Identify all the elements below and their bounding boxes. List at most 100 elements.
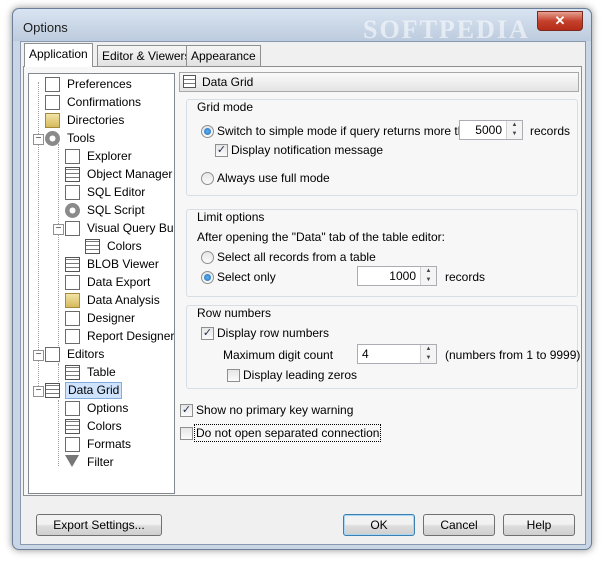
- tree-item-label: Object Manager: [87, 167, 173, 181]
- tree-item-label: Visual Query Build: [87, 221, 174, 235]
- explorer-icon: [65, 149, 80, 164]
- collapse-tools-icon[interactable]: −: [33, 134, 44, 145]
- no-separate-connection-checkbox[interactable]: [180, 427, 193, 440]
- full-mode-label: Always use full mode: [217, 171, 330, 185]
- tree-item-label: Filter: [87, 455, 114, 469]
- ok-button[interactable]: OK: [343, 514, 415, 536]
- limit-options-caption: Limit options: [197, 210, 265, 224]
- formats-icon: [65, 437, 80, 452]
- tree-line: [38, 82, 39, 394]
- tree-item-label: Directories: [67, 113, 125, 127]
- filter-icon: [65, 455, 79, 467]
- export-settings-button[interactable]: Export Settings...: [36, 514, 162, 536]
- records-unit-label: records: [530, 124, 571, 138]
- no-pk-warning-label: Show no primary key warning: [196, 403, 354, 417]
- table-icon: [65, 365, 80, 380]
- options-icon: [65, 401, 80, 416]
- tree-item-label: Colors: [87, 419, 122, 433]
- notification-label: Display notification message: [231, 143, 384, 157]
- collapse-data-grid-icon[interactable]: −: [33, 386, 44, 397]
- spin-buttons[interactable]: ▲ ▼: [420, 345, 436, 363]
- export-settings-label: Export Settings...: [53, 518, 145, 532]
- select-all-label: Select all records from a table: [217, 250, 376, 264]
- switch-simple-mode-radio[interactable]: [201, 125, 214, 138]
- spin-down-icon[interactable]: ▼: [421, 276, 436, 285]
- full-mode-radio[interactable]: [201, 172, 214, 185]
- tree-item-label: Tools: [67, 131, 96, 145]
- panel-header: Data Grid: [179, 72, 579, 92]
- designer-icon: [65, 311, 80, 326]
- tree-item-label: BLOB Viewer: [87, 257, 159, 271]
- collapse-vqb-icon[interactable]: −: [53, 224, 64, 235]
- max-digit-hint: (numbers from 1 to 9999): [445, 348, 581, 362]
- close-icon: ✕: [554, 13, 566, 28]
- spin-down-icon[interactable]: ▼: [421, 354, 436, 363]
- row-numbers-caption: Row numbers: [197, 306, 272, 320]
- title-bar[interactable]: Options SOFTPEDIA ✕: [13, 9, 591, 44]
- editors-icon: [45, 347, 60, 362]
- cancel-button[interactable]: Cancel: [423, 514, 495, 536]
- spin-buttons[interactable]: ▲ ▼: [420, 267, 436, 285]
- data-grid-icon: [183, 75, 196, 88]
- tree-line: [58, 364, 59, 382]
- sql-script-icon: [65, 203, 80, 218]
- data-grid-icon: [45, 383, 60, 398]
- colors-icon: [85, 239, 100, 254]
- records-unit-label: records: [445, 270, 486, 284]
- data-analysis-icon: [65, 293, 80, 308]
- tree-item-label: Editors: [67, 347, 105, 361]
- select-all-radio[interactable]: [201, 251, 214, 264]
- select-only-count-input[interactable]: 1000 ▲ ▼: [357, 266, 437, 286]
- select-only-radio[interactable]: [201, 271, 214, 284]
- spin-down-icon[interactable]: ▼: [507, 130, 522, 139]
- limit-options-group: Limit options After opening the "Data" t…: [186, 209, 578, 297]
- tab-application[interactable]: Application: [24, 43, 93, 67]
- tree-item-label: SQL Script: [87, 203, 145, 217]
- tree-item-label: SQL Editor: [87, 185, 146, 199]
- object-manager-icon: [65, 167, 80, 182]
- help-label: Help: [526, 518, 552, 532]
- spin-up-icon[interactable]: ▲: [421, 267, 436, 276]
- no-pk-warning-checkbox[interactable]: ✓: [180, 404, 193, 417]
- confirmations-icon: [45, 95, 60, 110]
- tree-item-label: Report Designer: [87, 329, 175, 343]
- colors-icon: [65, 419, 80, 434]
- tab-editor-viewers[interactable]: Editor & Viewers: [97, 45, 196, 66]
- tree-item-label: Preferences: [67, 77, 132, 91]
- tree-item-label: Explorer: [87, 149, 132, 163]
- data-export-icon: [65, 275, 80, 290]
- row-numbers-group: Row numbers ✓ Display row numbers Maximu…: [186, 305, 581, 389]
- no-separate-connection-label: Do not open separated connection: [193, 424, 382, 442]
- max-digit-count-input[interactable]: 4 ▲ ▼: [357, 344, 437, 364]
- collapse-editors-icon[interactable]: −: [33, 350, 44, 361]
- dialog-client: Application Editor & Viewers Appearance …: [20, 41, 586, 545]
- tab-editor-viewers-label: Editor & Viewers: [102, 49, 191, 63]
- tree-item-label: Data Grid: [65, 382, 123, 399]
- spin-up-icon[interactable]: ▲: [507, 121, 522, 130]
- options-dialog: Options SOFTPEDIA ✕ Application Editor &…: [12, 8, 592, 550]
- leading-zeros-label: Display leading zeros: [243, 368, 358, 382]
- simple-mode-threshold-input[interactable]: 5000 ▲ ▼: [459, 120, 523, 140]
- tree-item-label: Data Analysis: [87, 293, 160, 307]
- max-digit-count-label: Maximum digit count: [223, 348, 334, 362]
- spin-buttons[interactable]: ▲ ▼: [506, 121, 522, 139]
- help-button[interactable]: Help: [503, 514, 575, 536]
- tree-item-label: Options: [87, 401, 129, 415]
- notification-checkbox[interactable]: ✓: [215, 144, 228, 157]
- limit-options-description: After opening the "Data" tab of the tabl…: [197, 230, 446, 244]
- tools-icon: [45, 131, 60, 146]
- spin-up-icon[interactable]: ▲: [421, 345, 436, 354]
- tree-item-label: Data Export: [87, 275, 151, 289]
- simple-mode-threshold-value: 5000: [475, 123, 502, 137]
- tab-appearance[interactable]: Appearance: [186, 45, 261, 66]
- grid-mode-caption: Grid mode: [197, 100, 254, 114]
- close-button[interactable]: ✕: [537, 11, 583, 31]
- leading-zeros-checkbox[interactable]: [227, 369, 240, 382]
- tab-page-application: Preferences Confirmations Directories − …: [23, 66, 582, 496]
- select-only-count-value: 1000: [389, 269, 416, 283]
- tab-appearance-label: Appearance: [191, 49, 256, 63]
- display-row-numbers-checkbox[interactable]: ✓: [201, 327, 214, 340]
- ok-label: OK: [370, 518, 388, 532]
- options-tree[interactable]: Preferences Confirmations Directories − …: [28, 73, 175, 494]
- tree-item-label: Confirmations: [67, 95, 142, 109]
